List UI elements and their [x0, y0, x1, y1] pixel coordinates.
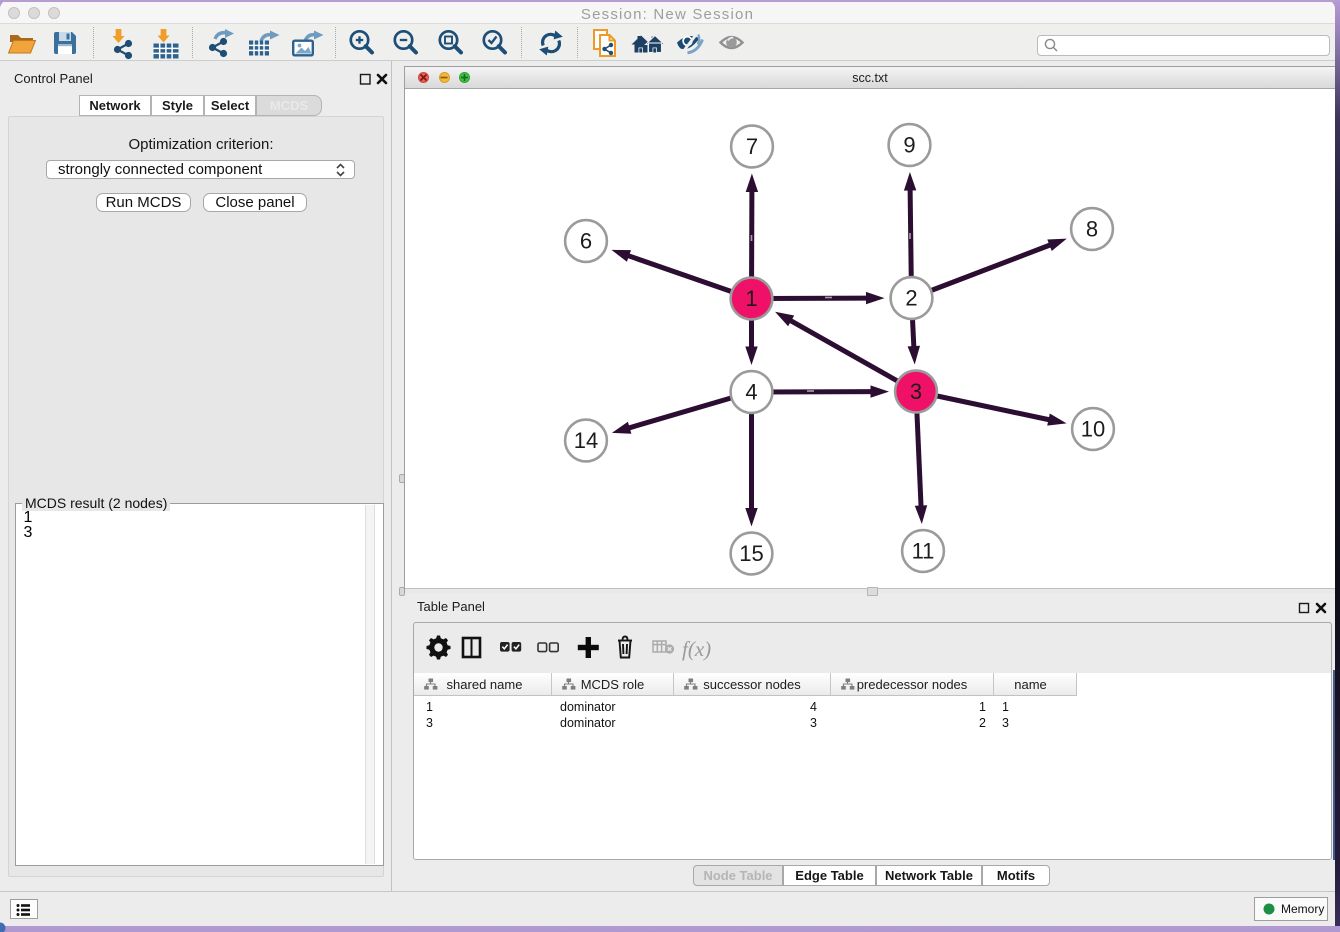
svg-text:9: 9	[903, 133, 915, 158]
svg-text:10: 10	[1081, 417, 1105, 442]
svg-text:11: 11	[912, 539, 935, 564]
svg-text:2: 2	[905, 286, 917, 311]
svg-text:3: 3	[910, 379, 922, 404]
svg-text:1: 1	[745, 286, 757, 311]
svg-text:7: 7	[746, 134, 758, 159]
svg-text:4: 4	[745, 380, 757, 405]
svg-text:14: 14	[574, 428, 598, 453]
svg-text:f(x): f(x)	[682, 637, 711, 661]
svg-text:15: 15	[739, 541, 763, 566]
svg-text:6: 6	[580, 229, 592, 254]
svg-text:8: 8	[1086, 217, 1098, 242]
